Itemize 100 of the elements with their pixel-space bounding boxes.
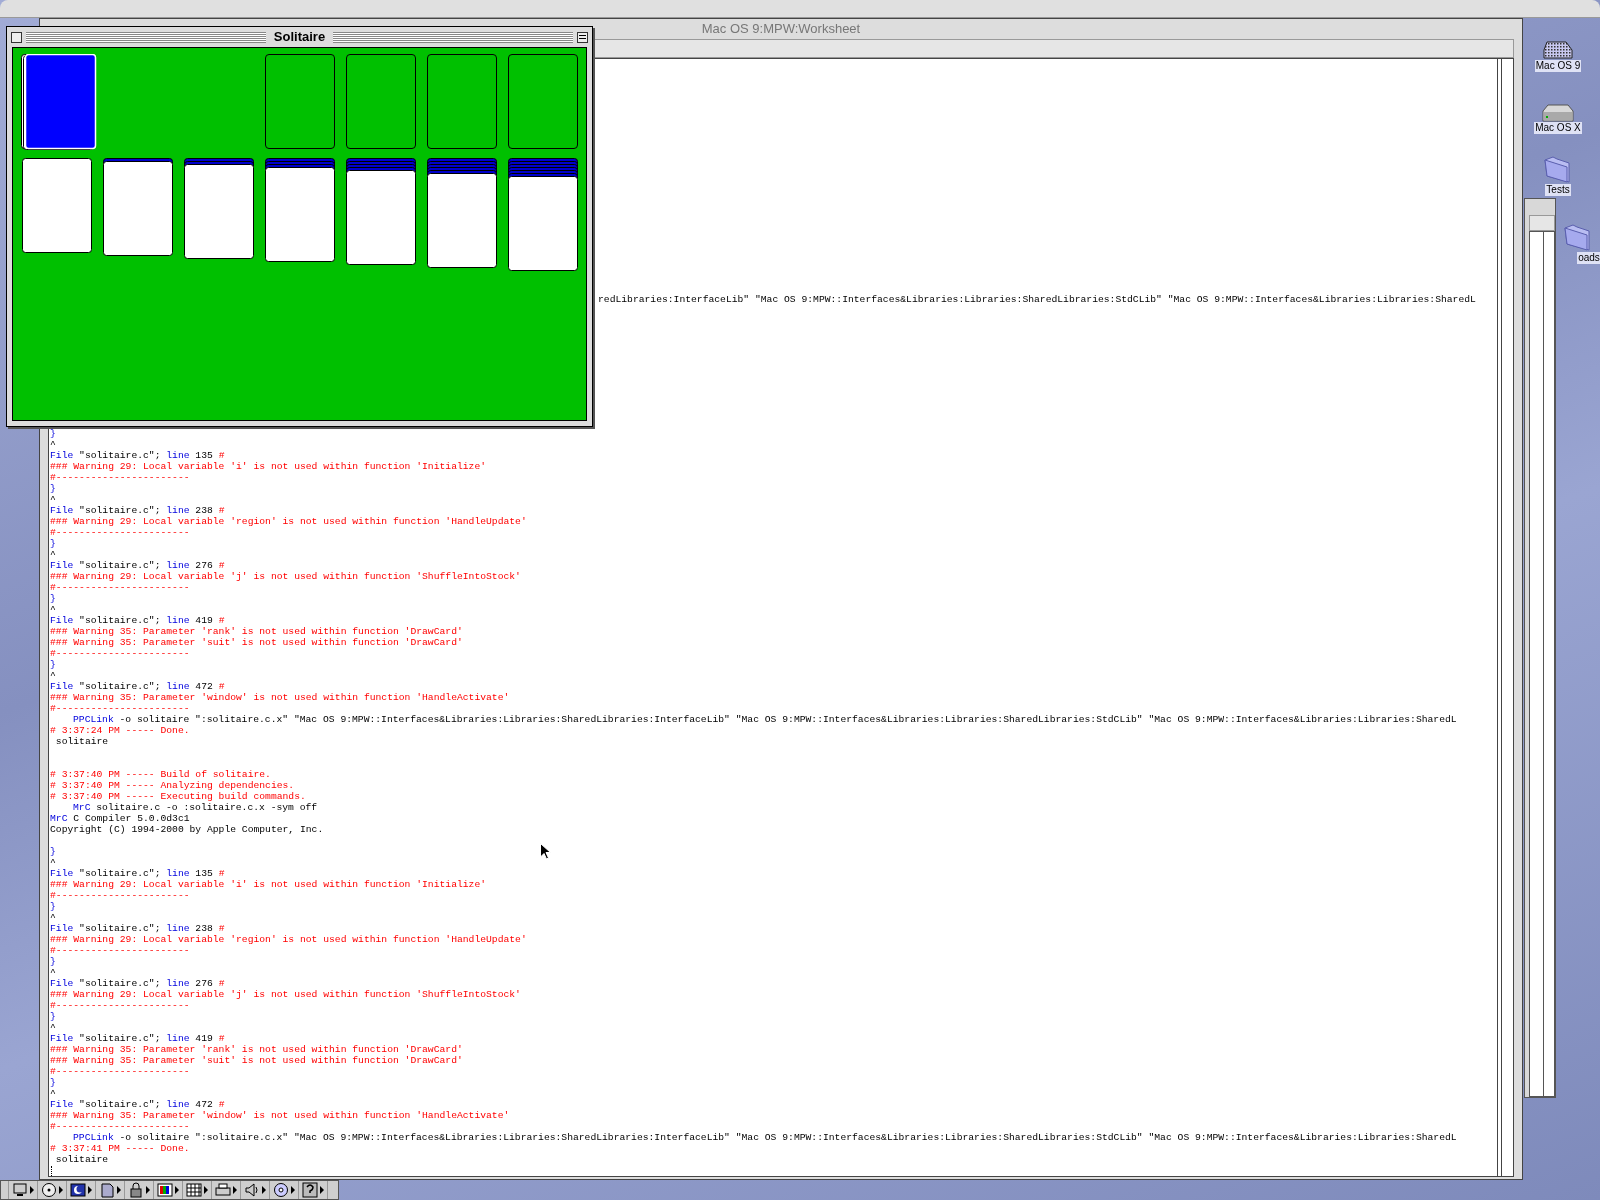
output-line: } xyxy=(50,846,56,857)
card-pile[interactable] xyxy=(184,158,254,259)
control-strip-button[interactable] xyxy=(154,1181,183,1199)
output-line: #----------------------- xyxy=(50,1121,190,1132)
card-pile[interactable] xyxy=(103,158,173,256)
output-line: # 3:37:41 PM ----- Done. xyxy=(50,1143,190,1154)
output-line: } xyxy=(50,901,56,912)
control-strip-button[interactable] xyxy=(212,1181,241,1199)
output-line: ^ xyxy=(50,967,56,978)
moon-icon xyxy=(70,1182,86,1198)
output-line: #----------------------- xyxy=(50,1000,190,1011)
folder-icon[interactable] xyxy=(1563,222,1593,252)
output-line: ### Warning 35: Parameter 'window' is not used within function 'HandleActivate' xyxy=(50,1110,510,1121)
scroll-bar[interactable] xyxy=(1498,58,1514,1177)
control-strip-button[interactable] xyxy=(299,1181,328,1199)
card-deck[interactable] xyxy=(21,54,97,150)
output-line: ^ xyxy=(50,1088,56,1099)
output-line: File "solitaire.c"; line 238 # xyxy=(50,505,225,516)
menu-triangle-icon xyxy=(30,1186,34,1194)
collapse-box[interactable] xyxy=(577,31,588,43)
empty-card-slot[interactable] xyxy=(427,54,497,149)
output-line: ### Warning 29: Local variable 'j' is not used within function 'ShuffleIntoStock' xyxy=(50,989,521,1000)
menu-triangle-icon xyxy=(175,1186,179,1194)
output-line: ^ xyxy=(50,439,56,450)
output-line: PPCLink -o solitaire ":solitaire.c.x" "Mac OS 9:MPW::Interfaces&Libraries:Libraries:SharedLibraries:InterfaceLib" "Mac OS 9:MPW::Interfaces&Libraries:Libraries:SharedLibraries:StdCLib" "Mac OS 9:MPW::Interfaces&Libraries:Libraries:SharedL xyxy=(73,1132,1457,1143)
card-pile[interactable] xyxy=(508,158,578,271)
output-line: ^ xyxy=(50,857,56,868)
output-line: # 3:37:40 PM ----- Analyzing dependencies. xyxy=(50,780,295,791)
output-line: ### Warning 29: Local variable 'region' is not used within function 'HandleUpdate' xyxy=(50,934,527,945)
window-title: Solitaire xyxy=(272,28,327,47)
disc-icon xyxy=(41,1182,57,1198)
output-line: File "solitaire.c"; line 472 # xyxy=(50,1099,225,1110)
output-line: File "solitaire.c"; line 419 # xyxy=(50,1033,225,1044)
icon-label: Tests xyxy=(1545,184,1571,196)
output-line: File "solitaire.c"; line 276 # xyxy=(50,978,225,989)
output-line: solitaire xyxy=(54,1154,109,1165)
output-line: # 3:37:40 PM ----- Executing build commands. xyxy=(50,791,306,802)
output-line: } xyxy=(50,1011,56,1022)
output-line: MrC solitaire.c -o :solitaire.c.x -sym off xyxy=(73,802,318,813)
empty-card-slot[interactable] xyxy=(346,54,416,149)
output-line: } xyxy=(50,483,56,494)
mouse-pointer-icon xyxy=(540,843,551,860)
output-line: File "solitaire.c"; line 135 # xyxy=(50,450,225,461)
output-line: #----------------------- xyxy=(50,648,190,659)
output-line: File "solitaire.c"; line 276 # xyxy=(50,560,225,571)
icon-label: Mac OS X xyxy=(1534,122,1582,134)
output-line: ### Warning 35: Parameter 'rank' is not used within function 'DrawCard' xyxy=(50,626,463,637)
output-line: ### Warning 29: Local variable 'i' is not used within function 'Initialize' xyxy=(50,879,486,890)
output-line: Copyright (C) 1994-2000 by Apple Computer, Inc. xyxy=(50,824,324,835)
output-line: } xyxy=(50,659,56,670)
icon-label: Mac OS 9 xyxy=(1534,60,1582,72)
output-line: #----------------------- xyxy=(50,527,190,538)
output-line: File "solitaire.c"; line 472 # xyxy=(50,681,225,692)
output-line: ^ xyxy=(50,1022,56,1033)
menu-triangle-icon xyxy=(233,1186,237,1194)
window-title: Mac OS 9:MPW:Worksheet xyxy=(701,20,861,39)
grid-icon xyxy=(186,1182,202,1198)
card-pile[interactable] xyxy=(22,158,92,253)
output-line: } xyxy=(50,538,56,549)
menu-triangle-icon xyxy=(262,1186,266,1194)
control-strip-button[interactable] xyxy=(183,1181,212,1199)
output-line: ### Warning 29: Local variable 'region' is not used within function 'HandleUpdate' xyxy=(50,516,527,527)
disc-icon xyxy=(273,1182,289,1198)
card-pile[interactable] xyxy=(346,158,416,265)
output-line: } xyxy=(50,956,56,967)
output-line: #----------------------- xyxy=(50,703,190,714)
output-line: ### Warning 35: Parameter 'suit' is not used within function 'DrawCard' xyxy=(50,1055,463,1066)
lock-icon xyxy=(128,1182,144,1198)
color-bars-icon xyxy=(157,1182,173,1198)
menu-triangle-icon xyxy=(204,1186,208,1194)
output-line: #----------------------- xyxy=(50,890,190,901)
output-line: #----------------------- xyxy=(50,472,190,483)
output-line: MrC C Compiler 5.0.0d3c1 xyxy=(50,813,190,824)
output-line: File "solitaire.c"; line 238 # xyxy=(50,923,225,934)
folder-icon[interactable] xyxy=(1543,154,1573,184)
output-line: PPCLink -o solitaire ":solitaire.c.x" "Mac OS 9:MPW::Interfaces&Libraries:Libraries:SharedLibraries:InterfaceLib" "Mac OS 9:MPW::Interfaces&Libraries:Libraries:SharedLibraries:StdCLib" "Mac OS 9:MPW::Interfaces&Libraries:Libraries:SharedL xyxy=(73,714,1457,725)
empty-card-slot[interactable] xyxy=(265,54,335,149)
output-line: } xyxy=(50,428,56,439)
close-box[interactable] xyxy=(11,31,22,43)
output-line: # 3:37:24 PM ----- Done. xyxy=(50,725,190,736)
output-line: ^ xyxy=(50,670,56,681)
output-line: ### Warning 35: Parameter 'rank' is not used within function 'DrawCard' xyxy=(50,1044,463,1055)
output-line: ^ xyxy=(50,494,56,505)
output-line: File "solitaire.c"; line 135 # xyxy=(50,868,225,879)
icon-label: oads xyxy=(1577,252,1600,264)
card-pile[interactable] xyxy=(265,158,335,262)
output-line: } xyxy=(50,1077,56,1088)
question-icon xyxy=(302,1182,318,1198)
output-line: #----------------------- xyxy=(50,1066,190,1077)
empty-card-slot[interactable] xyxy=(508,54,578,149)
hard-drive-icon[interactable] xyxy=(1542,104,1574,122)
output-line: redLibraries:InterfaceLib" "Mac OS 9:MPW::Interfaces&Libraries:Libraries:SharedLibraries:StdCLib" "Mac OS 9:MPW::Interfaces&Libraries:Libraries:SharedL xyxy=(598,294,1476,305)
control-strip-button[interactable] xyxy=(67,1181,96,1199)
output-line: ### Warning 35: Parameter 'suit' is not used within function 'DrawCard' xyxy=(50,637,463,648)
card-pile[interactable] xyxy=(427,158,497,268)
menu-triangle-icon xyxy=(320,1186,324,1194)
document-icon xyxy=(99,1182,115,1198)
menu-triangle-icon xyxy=(146,1186,150,1194)
output-line: #----------------------- xyxy=(50,945,190,956)
menu-triangle-icon xyxy=(291,1186,295,1194)
